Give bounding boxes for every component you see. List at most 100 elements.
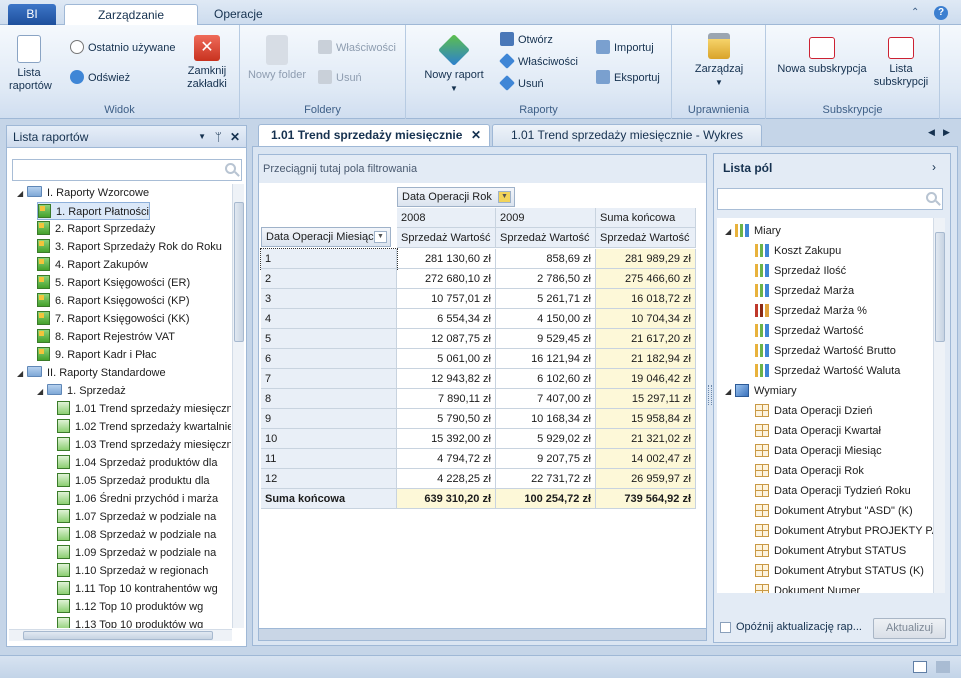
subscription-list-button[interactable]: Lista subskrypcji: [870, 37, 932, 89]
filter-dropdown-icon[interactable]: ▼: [498, 191, 511, 203]
tree-item[interactable]: 1. Raport Płatności: [37, 202, 150, 220]
bi-menu-button[interactable]: BI: [8, 4, 56, 25]
field-item[interactable]: Data Operacji Miesiąc: [755, 442, 882, 460]
tree-item[interactable]: ◢ 1. Sprzedaż: [37, 382, 126, 400]
new-folder-button[interactable]: Nowy folder: [246, 35, 308, 82]
tree-item[interactable]: 1.12 Top 10 produktów wg: [57, 598, 203, 616]
report-search-input[interactable]: [12, 159, 242, 181]
field-item[interactable]: Sprzedaż Wartość: [755, 322, 863, 340]
row-field-button[interactable]: Data Operacji Miesiąc ▼: [261, 227, 391, 247]
tab-zarzadzanie-raportami[interactable]: Zarządzanie raportami: [64, 4, 198, 42]
tree-item[interactable]: ◢ I. Raporty Wzorcowe: [17, 184, 149, 202]
new-report-button[interactable]: Nowy raport ▼: [420, 34, 488, 95]
dimensions-group[interactable]: ◢ Wymiary: [725, 382, 797, 400]
filter-dropdown-icon[interactable]: ▼: [374, 231, 387, 243]
field-item[interactable]: Dokument Atrybut STATUS (K): [755, 562, 924, 580]
tree-item[interactable]: 9. Raport Kadr i Płac: [37, 346, 157, 364]
field-item[interactable]: Data Operacji Rok: [755, 462, 864, 480]
close-panel-icon[interactable]: ✕: [230, 126, 240, 148]
field-item[interactable]: Sprzedaż Ilość: [755, 262, 846, 280]
splitter-handle[interactable]: [708, 385, 712, 405]
tree-item[interactable]: 7. Raport Księgowości (KK): [37, 310, 190, 328]
field-item[interactable]: Dokument Numer: [755, 582, 860, 593]
tab-scroll-left-icon[interactable]: ◀: [928, 127, 935, 138]
expand-toggle-icon[interactable]: ◢: [725, 223, 735, 241]
minimize-ribbon-icon[interactable]: ⌃: [911, 7, 919, 18]
doc-tab-trend[interactable]: 1.01 Trend sprzedaży miesięcznie ✕: [258, 124, 490, 146]
panel-menu-icon[interactable]: ▼: [198, 126, 206, 148]
measures-group[interactable]: ◢ Miary: [725, 222, 781, 240]
tree-item[interactable]: 1.11 Top 10 kontrahentów wg: [57, 580, 218, 598]
field-item[interactable]: Dokument Atrybut "ASD" (K): [755, 502, 913, 520]
tree-item[interactable]: 1.06 Średni przychód i marża: [57, 490, 218, 508]
scroll-thumb[interactable]: [935, 232, 945, 342]
report-delete-button[interactable]: Usuń: [499, 75, 544, 93]
close-tab-icon[interactable]: ✕: [471, 125, 481, 145]
new-subscription-button[interactable]: Nowa subskrypcja: [774, 37, 870, 76]
layout-icon[interactable]: [913, 661, 927, 673]
defer-update-checkbox[interactable]: [720, 622, 731, 633]
column-field-button[interactable]: Data Operacji Rok ▼: [397, 187, 515, 207]
tree-item[interactable]: 1.07 Sprzedaż w podziale na: [57, 508, 216, 526]
tree-item[interactable]: 1.10 Sprzedaż w regionach: [57, 562, 208, 580]
field-item[interactable]: Data Operacji Dzień: [755, 402, 872, 420]
field-item[interactable]: Sprzedaż Marża %: [755, 302, 867, 320]
expand-toggle-icon[interactable]: ◢: [17, 185, 27, 203]
tab-scroll-right-icon[interactable]: ▶: [943, 127, 950, 138]
tree-item[interactable]: 1.04 Sprzedaż produktów dla: [57, 454, 217, 472]
tree-item[interactable]: 1.01 Trend sprzedaży miesięcznie: [57, 400, 231, 418]
field-item[interactable]: Koszt Zakupu: [755, 242, 841, 260]
doc-tab-trend-chart[interactable]: 1.01 Trend sprzedaży miesięcznie - Wykre…: [492, 124, 762, 146]
pivot-hscrollbar[interactable]: [258, 628, 707, 641]
field-item[interactable]: Data Operacji Kwartał: [755, 422, 881, 440]
tree-item[interactable]: 3. Raport Sprzedaży Rok do Roku: [37, 238, 222, 256]
report-tree-hscrollbar[interactable]: [9, 629, 232, 641]
tree-item[interactable]: 1.08 Sprzedaż w podziale na: [57, 526, 216, 544]
field-item[interactable]: Sprzedaż Wartość Brutto: [755, 342, 896, 360]
tree-item[interactable]: 1.09 Sprzedaż w podziale na: [57, 544, 216, 562]
document-icon: [57, 419, 70, 433]
pin-icon[interactable]: ᛘ: [215, 126, 222, 148]
scroll-thumb[interactable]: [234, 202, 244, 342]
field-item[interactable]: Sprzedaż Marża: [755, 282, 854, 300]
tree-item[interactable]: 1.02 Trend sprzedaży kwartalnie: [57, 418, 231, 436]
field-item[interactable]: Sprzedaż Wartość Waluta: [755, 362, 900, 380]
field-search-input[interactable]: [717, 188, 943, 210]
field-item[interactable]: Dokument Atrybut PROJEKTY PA: [755, 522, 933, 540]
tree-item-label: 5. Raport Księgowości (ER): [55, 277, 191, 289]
tree-item[interactable]: 1.13 Top 10 produktów wg: [57, 616, 203, 628]
tree-item[interactable]: 8. Raport Rejestrów VAT: [37, 328, 175, 346]
tree-item[interactable]: 6. Raport Księgowości (KP): [37, 292, 190, 310]
tab-operacje[interactable]: Operacje: [204, 4, 273, 25]
field-tree-vscrollbar[interactable]: [933, 218, 945, 593]
folder-properties-button[interactable]: Właściwości: [318, 39, 396, 57]
folder-delete-button[interactable]: Usuń: [318, 69, 362, 87]
import-button[interactable]: Importuj: [596, 39, 654, 57]
report-tree-vscrollbar[interactable]: [232, 184, 244, 628]
recent-button[interactable]: Ostatnio używane: [70, 39, 175, 57]
scroll-thumb[interactable]: [23, 631, 213, 640]
update-button[interactable]: Aktualizuj: [873, 618, 946, 639]
export-button[interactable]: Eksportuj: [596, 69, 660, 87]
tree-item[interactable]: 2. Raport Sprzedaży: [37, 220, 155, 238]
expand-toggle-icon[interactable]: ◢: [17, 365, 27, 383]
refresh-button[interactable]: Odśwież: [70, 69, 130, 87]
field-item[interactable]: Data Operacji Tydzień Roku: [755, 482, 911, 500]
tree-item[interactable]: 1.03 Trend sprzedaży miesięcznie: [57, 436, 231, 454]
tree-item[interactable]: 4. Raport Zakupów: [37, 256, 148, 274]
report-list-button[interactable]: Lista raportów: [8, 35, 52, 93]
manage-permissions-button[interactable]: Zarządzaj ▼: [686, 33, 752, 89]
close-tabs-button[interactable]: ✕ Zamknij zakładki: [184, 35, 230, 91]
report-properties-button[interactable]: Właściwości: [499, 53, 578, 71]
open-report-button[interactable]: Otwórz: [500, 31, 553, 49]
tree-item[interactable]: ◢ II. Raporty Standardowe: [17, 364, 166, 382]
filter-drop-area[interactable]: Przeciągnij tutaj pola filtrowania: [259, 155, 706, 183]
help-icon[interactable]: ?: [934, 6, 948, 20]
expand-toggle-icon[interactable]: ◢: [725, 383, 735, 401]
field-item[interactable]: Dokument Atrybut STATUS: [755, 542, 906, 560]
tree-item[interactable]: 1.05 Sprzedaż produktu dla: [57, 472, 210, 490]
pivot-value-cell: 4 150,00 zł: [496, 309, 596, 329]
expand-toggle-icon[interactable]: ◢: [37, 383, 47, 401]
collapse-panel-icon[interactable]: ›: [932, 160, 936, 174]
tree-item[interactable]: 5. Raport Księgowości (ER): [37, 274, 190, 292]
